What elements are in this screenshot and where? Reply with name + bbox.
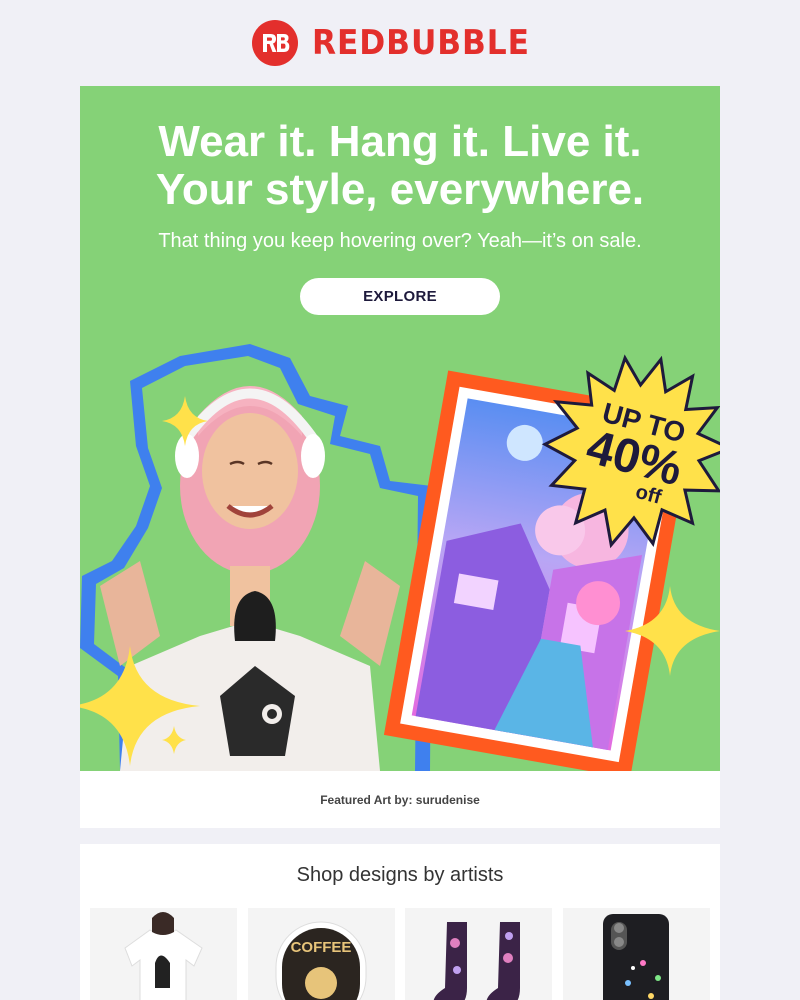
credit-text: Featured Art by: surudenise: [320, 792, 480, 807]
email-header: REDBUBBLE: [0, 0, 800, 86]
tshirt-product-icon: [124, 912, 203, 1000]
hero-banner[interactable]: Wear it. Hang it. Live it. Your style, e…: [80, 86, 720, 771]
hero-illustration[interactable]: UP TO 40% off: [80, 336, 720, 771]
product-tile-socks[interactable]: [405, 908, 552, 1000]
socks-product-icon: [433, 922, 520, 1000]
headline-line-2: Your style, everywhere.: [155, 165, 645, 214]
product-tile-phone-case[interactable]: [563, 908, 710, 1000]
hero-subhead: That thing you keep hovering over? Yeah—…: [158, 230, 642, 252]
phone-case-product-icon: [603, 914, 669, 1000]
sticker-label: COFFEE: [291, 939, 352, 956]
shop-section-title: Shop designs by artists: [296, 864, 504, 886]
redbubble-wordmark: REDBUBBLE: [311, 23, 530, 63]
redbubble-logo[interactable]: REDBUBBLE: [251, 20, 549, 66]
coffee-sticker-product-icon: COFFEE: [275, 921, 367, 1000]
shop-designs-section: Shop designs by artists COFFEE: [80, 844, 720, 1000]
explore-button[interactable]: EXPLORE: [300, 278, 500, 315]
hero-headline: Wear it. Hang it. Live it. Your style, e…: [80, 118, 720, 214]
headline-line-1: Wear it. Hang it. Live it.: [158, 117, 642, 166]
product-tile-tshirt[interactable]: [90, 908, 237, 1000]
featured-art-credit: Featured Art by: surudenise: [80, 771, 720, 828]
redbubble-logo-icon: [251, 20, 298, 66]
product-tile-sticker[interactable]: COFFEE: [248, 908, 395, 1000]
